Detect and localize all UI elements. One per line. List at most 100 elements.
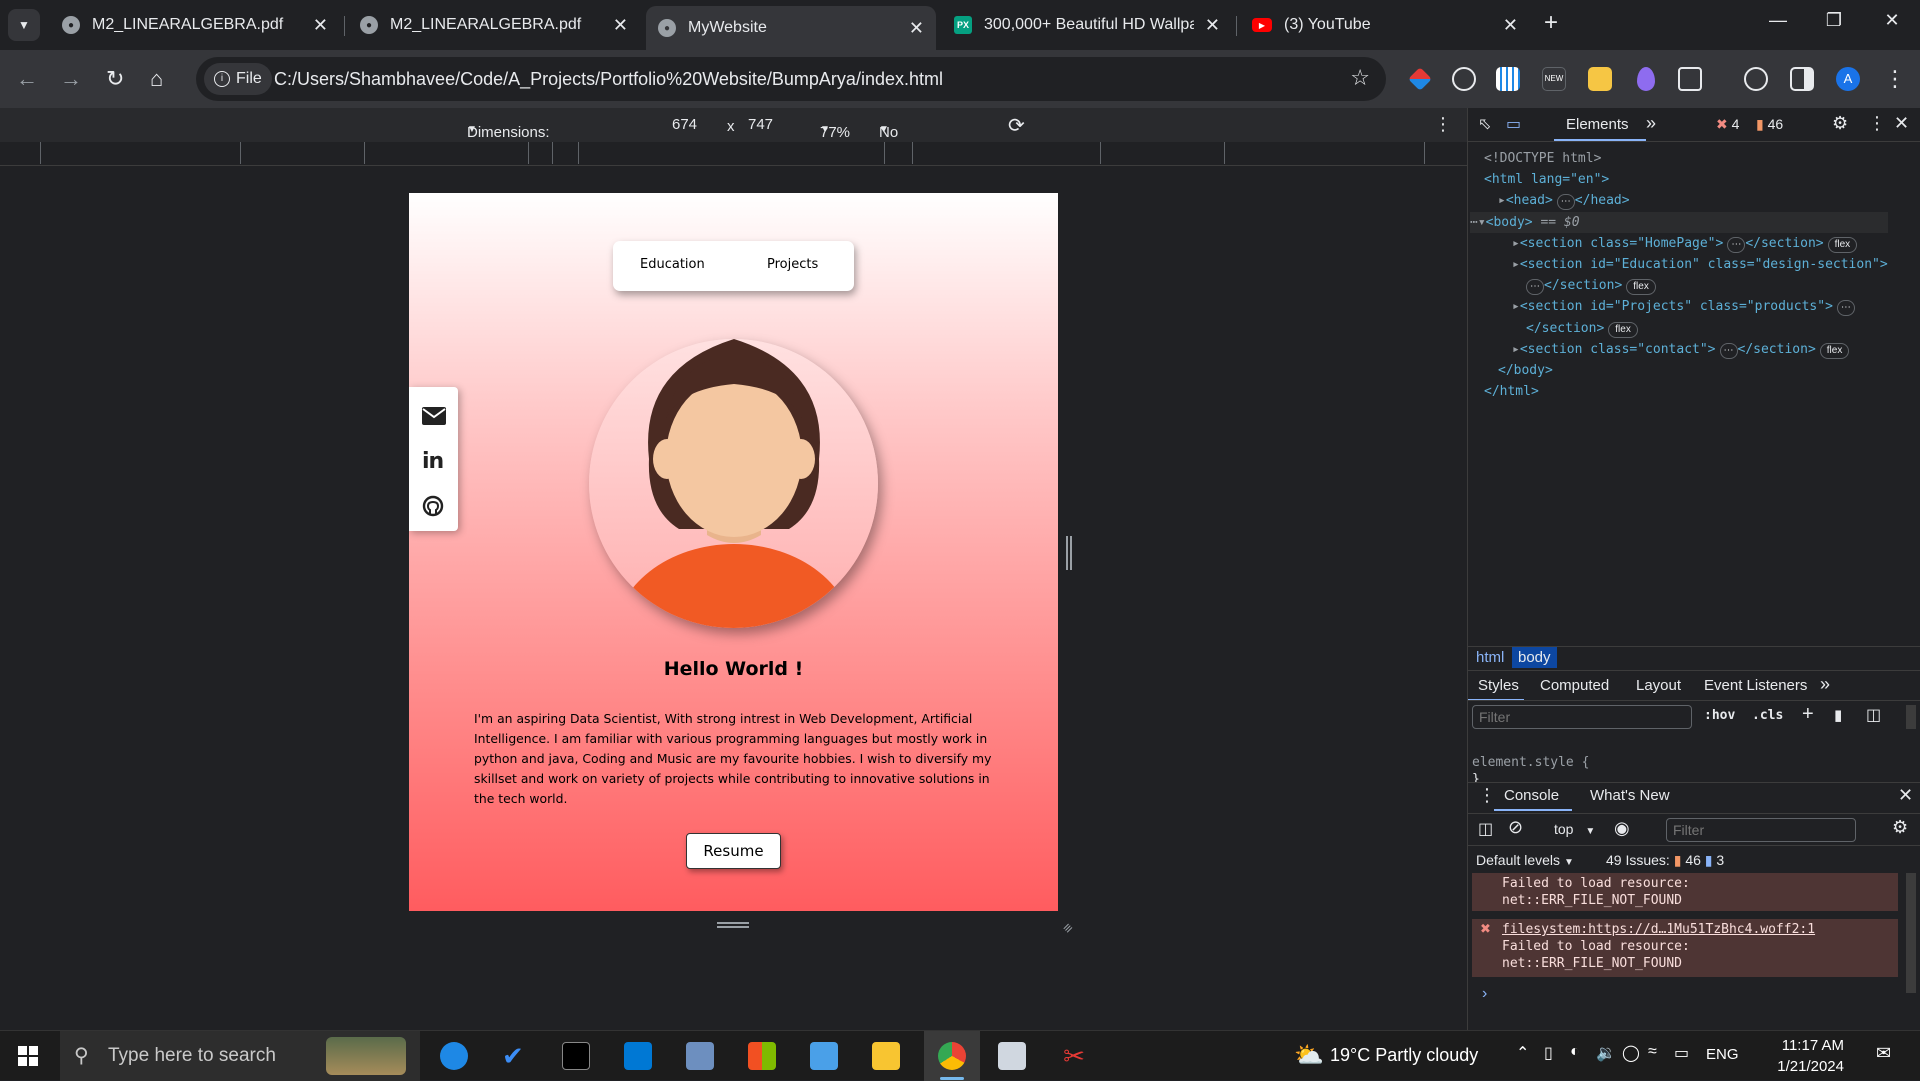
dom-node-body[interactable]: ⋯▾<body> == $0 xyxy=(1470,211,1888,233)
console-prompt[interactable]: › xyxy=(1482,985,1487,1003)
tablet-icon[interactable]: ▯ xyxy=(1544,1043,1553,1063)
snipping-tool-icon[interactable]: ✂ xyxy=(1060,1042,1088,1070)
scrollbar[interactable] xyxy=(1906,705,1916,729)
close-icon[interactable]: ✕ xyxy=(1205,15,1220,36)
address-bar[interactable]: i File C:/Users/Shambhavee/Code/A_Projec… xyxy=(196,57,1386,101)
home-icon[interactable]: ⌂ xyxy=(150,66,163,92)
nav-projects-link[interactable]: Projects xyxy=(767,257,818,272)
puzzle-extensions-icon[interactable] xyxy=(1678,67,1702,91)
weather-icon[interactable]: ⛅ xyxy=(1294,1041,1324,1070)
drawer-tab-whats-new[interactable]: What's New xyxy=(1590,787,1670,804)
dom-node-section-education-close[interactable]: ⋯ </section> flex xyxy=(1484,275,1888,296)
windows-start-icon[interactable] xyxy=(18,1046,38,1066)
inspect-element-icon[interactable]: ⬁ xyxy=(1478,114,1491,134)
terminal-icon[interactable] xyxy=(562,1042,590,1070)
flex-badge[interactable]: flex xyxy=(1819,342,1850,359)
resize-handle-corner[interactable]: ≡ xyxy=(1059,915,1079,936)
styles-filter-input[interactable] xyxy=(1472,705,1692,729)
network-globe-icon[interactable]: ◐ xyxy=(1570,1043,1580,1061)
console-error-message[interactable]: ✖ filesystem:https://d…1Mu51TzBhc4.woff2… xyxy=(1472,919,1898,977)
app-window-icon[interactable] xyxy=(998,1042,1026,1070)
meet-now-icon[interactable]: ◯ xyxy=(1622,1043,1640,1063)
envelope-icon[interactable] xyxy=(422,407,446,425)
forward-icon[interactable]: → xyxy=(60,66,82,92)
tab-pdf-1[interactable]: ● M2_LINEARALGEBRA.pdf ✕ xyxy=(50,8,340,42)
wifi-icon[interactable]: ≈ xyxy=(1648,1043,1657,1061)
ellipsis-icon[interactable]: ⋯ xyxy=(1526,279,1544,296)
dom-node-doctype[interactable]: <!DOCTYPE html> xyxy=(1484,148,1888,169)
dom-node-html-close[interactable]: </html> xyxy=(1484,381,1888,402)
tab-layout[interactable]: Layout xyxy=(1636,677,1681,694)
notification-icon[interactable]: ✉ xyxy=(1876,1043,1891,1064)
ellipsis-icon[interactable]: ⋯ xyxy=(1836,300,1855,317)
dom-node-html[interactable]: <html lang="en"> xyxy=(1484,169,1888,190)
breadcrumb-body[interactable]: body xyxy=(1512,647,1557,668)
drawer-menu-icon[interactable]: ⋮ xyxy=(1478,785,1496,806)
flex-badge[interactable]: flex xyxy=(1626,279,1656,296)
tab-mywebsite[interactable]: ● MyWebsite ✕ xyxy=(646,6,936,50)
expand-triangle-icon[interactable]: ▸ xyxy=(1512,257,1520,272)
rotate-icon[interactable]: ⟳ xyxy=(1008,113,1025,138)
safari-like-browser-icon[interactable] xyxy=(440,1042,468,1070)
flex-badge[interactable]: flex xyxy=(1827,236,1858,253)
height-input[interactable]: 747 xyxy=(748,116,773,133)
dom-node-section-projects-close[interactable]: </section> flex xyxy=(1484,318,1888,339)
log-levels-dropdown[interactable]: Default levels ▼ xyxy=(1476,852,1574,868)
tab-styles[interactable]: Styles xyxy=(1478,677,1519,694)
breadcrumb-html[interactable]: html xyxy=(1476,649,1504,666)
tab-search-button[interactable]: ▼ xyxy=(8,9,40,41)
close-icon[interactable]: ✕ xyxy=(1503,15,1518,36)
paint-bucket-icon[interactable]: ▮ xyxy=(1834,706,1842,724)
devtools-menu-icon[interactable]: ⋮ xyxy=(1868,113,1886,134)
device-toolbar-more-icon[interactable]: ⋮ xyxy=(1434,114,1452,135)
error-source-link[interactable]: filesystem:https://d…1Mu51TzBhc4.woff2:1 xyxy=(1502,921,1898,938)
console-settings-icon[interactable]: ⚙ xyxy=(1892,817,1908,838)
pc-icon[interactable] xyxy=(810,1042,838,1070)
new-tab-button[interactable]: + xyxy=(1544,9,1558,37)
device-toolbar-toggle-icon[interactable]: ▭ xyxy=(1506,114,1521,134)
tab-pdf-2[interactable]: ● M2_LINEARALGEBRA.pdf ✕ xyxy=(348,8,640,42)
context-select[interactable]: top ▼ xyxy=(1554,821,1595,837)
dom-node-section-education[interactable]: ▸<section id="Education" class="design-s… xyxy=(1484,254,1888,275)
more-menu-icon[interactable]: ⋮ xyxy=(1884,66,1906,92)
tab-wallpapers[interactable]: PX 300,000+ Beautiful HD Wallpap ✕ xyxy=(942,8,1232,42)
close-icon[interactable]: ✕ xyxy=(613,15,628,36)
dom-node-section-homepage[interactable]: ▸<section class="HomePage"> ⋯ </section> fl… xyxy=(1484,233,1888,254)
chevron-up-icon[interactable]: ⌃ xyxy=(1516,1043,1529,1063)
flex-badge[interactable]: flex xyxy=(1608,321,1638,338)
close-devtools-icon[interactable]: ✕ xyxy=(1894,113,1909,134)
drawer-tab-console[interactable]: Console xyxy=(1504,787,1559,804)
weather-text[interactable]: 19°C Partly cloudy xyxy=(1330,1045,1478,1066)
close-icon[interactable]: ✕ xyxy=(313,15,328,36)
speaker-icon[interactable]: 🔉 xyxy=(1596,1043,1616,1063)
new-rule-plus-icon[interactable]: + xyxy=(1802,703,1814,726)
eye-icon[interactable]: ◉ xyxy=(1614,818,1630,839)
reload-icon[interactable]: ↻ xyxy=(106,66,124,92)
new-extension-icon[interactable]: NEW xyxy=(1542,67,1566,91)
language-indicator[interactable]: ENG xyxy=(1706,1046,1739,1063)
piano-extension-icon[interactable] xyxy=(1496,67,1520,91)
close-window-icon[interactable]: ✕ xyxy=(1872,10,1912,31)
console-scrollbar[interactable] xyxy=(1906,873,1916,993)
profile-avatar[interactable]: A xyxy=(1836,67,1860,91)
taskbar-search[interactable]: ⚲ Type here to search xyxy=(60,1031,420,1081)
dom-node-head[interactable]: ▸<head> ⋯ </head> xyxy=(1484,190,1888,211)
resume-button[interactable]: Resume xyxy=(686,833,781,869)
tab-youtube[interactable]: ▶ (3) YouTube ✕ xyxy=(1240,8,1530,42)
width-input[interactable]: 674 xyxy=(672,116,697,133)
expand-triangle-icon[interactable]: ▸ xyxy=(1512,299,1520,314)
issues-summary[interactable]: 49 Issues: ▮ 46 ▮ 3 xyxy=(1606,852,1724,869)
dom-node-section-projects[interactable]: ▸<section id="Projects" class="products"… xyxy=(1484,296,1888,317)
ellipsis-icon[interactable]: ⋯ xyxy=(1719,342,1738,359)
close-icon[interactable]: ✕ xyxy=(909,18,924,39)
dom-node-body-close[interactable]: </body> xyxy=(1484,360,1888,381)
battery-icon[interactable]: ▭ xyxy=(1674,1043,1689,1063)
warning-count-badge[interactable]: ▮ 46 xyxy=(1756,116,1783,133)
restore-icon[interactable]: ❐ xyxy=(1814,10,1854,31)
expand-triangle-icon[interactable]: ▸ xyxy=(1498,193,1506,208)
url-text[interactable]: C:/Users/Shambhavee/Code/A_Projects/Port… xyxy=(274,69,943,90)
resize-handle-bottom[interactable] xyxy=(717,922,749,928)
site-info-chip[interactable]: i File xyxy=(204,63,272,95)
console-filter-input[interactable] xyxy=(1666,818,1856,842)
cls-toggle[interactable]: .cls xyxy=(1752,708,1783,723)
